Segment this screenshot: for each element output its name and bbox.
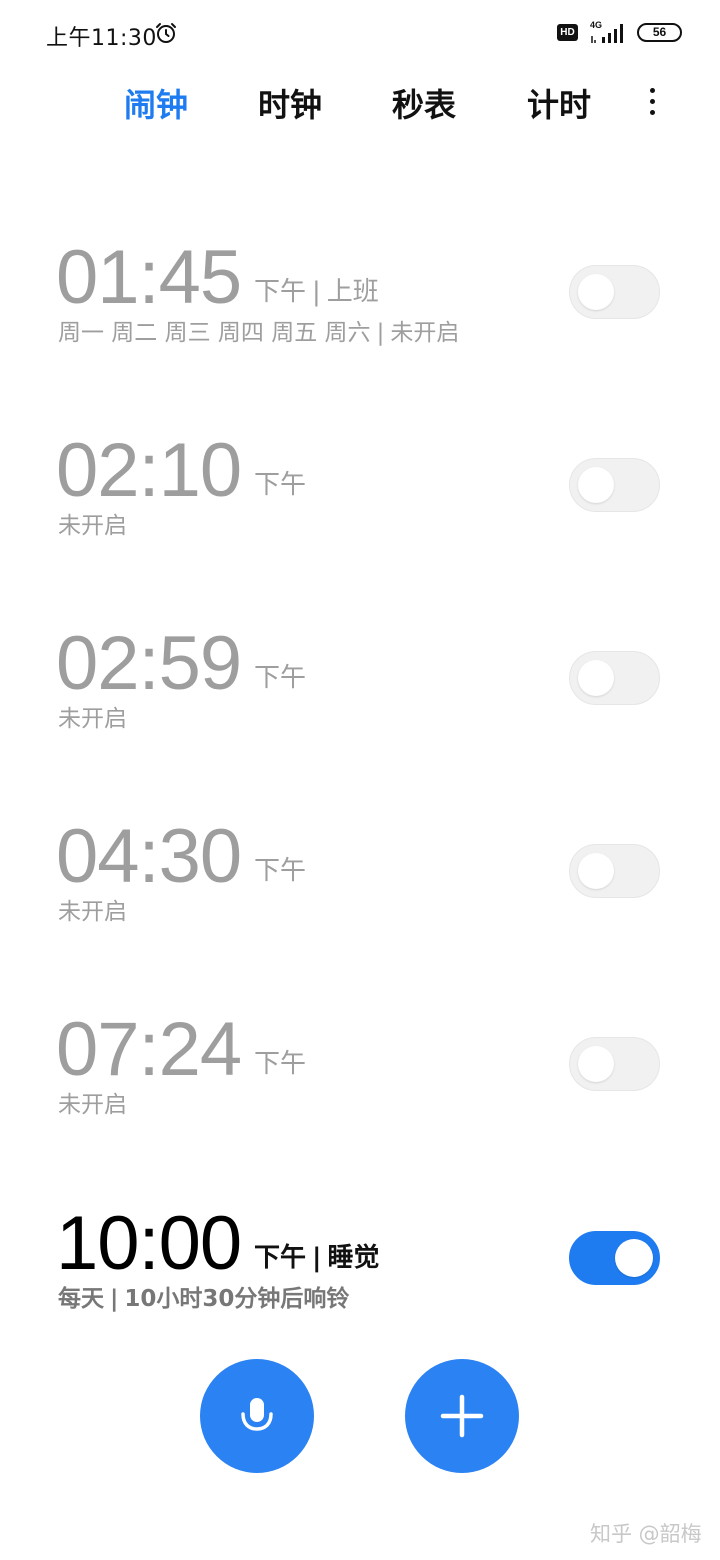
alarm-ampm: 下午 — [254, 663, 307, 693]
status-time: 上午11:30 — [46, 26, 157, 51]
alarm-item[interactable]: 02:10 下午 未开启 — [0, 431, 720, 571]
alarm-time: 04:30 — [56, 814, 242, 899]
voice-alarm-button[interactable] — [200, 1359, 314, 1473]
alarm-status: 未开启 — [58, 513, 127, 539]
plus-icon — [440, 1394, 484, 1438]
hd-badge: HD — [557, 24, 578, 41]
alarm-repeat: 周一 周二 周三 周四 周五 周六 | 未开启 — [58, 320, 460, 346]
alarm-ampm: 下午 — [254, 1049, 307, 1079]
alarm-item[interactable]: 02:59 下午 未开启 — [0, 624, 720, 764]
alarm-toggle[interactable] — [569, 265, 660, 319]
tab-world-clock[interactable]: 时钟 — [258, 80, 322, 130]
alarm-item[interactable]: 10:00 下午 | 睡觉 每天 | 10小时30分钟后响铃 — [0, 1204, 720, 1344]
add-alarm-button[interactable] — [405, 1359, 519, 1473]
alarm-countdown: 10小时30分钟后响铃 — [124, 1286, 350, 1312]
alarm-toggle[interactable] — [569, 844, 660, 898]
more-vertical-icon[interactable] — [640, 84, 664, 124]
status-bar: 上午11:30 HD 4G 56 — [0, 0, 720, 68]
alarm-toggle[interactable] — [569, 1037, 660, 1091]
alarm-status: 未开启 — [58, 899, 127, 925]
microphone-icon — [241, 1398, 273, 1431]
alarm-item[interactable]: 04:30 下午 未开启 — [0, 817, 720, 957]
watermark: 知乎 @韶梅 — [590, 1522, 702, 1546]
alarm-toggle[interactable] — [569, 651, 660, 705]
alarm-status: 未开启 — [58, 706, 127, 732]
alarm-status: 未开启 — [390, 320, 460, 346]
battery-indicator: 56 — [637, 23, 682, 42]
tab-timer[interactable]: 计时 — [527, 80, 591, 130]
alarm-ampm: 下午 — [254, 856, 307, 886]
alarm-label: 上班 — [326, 277, 379, 307]
alarm-time: 10:00 — [56, 1201, 242, 1286]
tab-bar: 闹钟 时钟 秒表 计时 — [0, 80, 720, 130]
alarm-time: 07:24 — [56, 1007, 242, 1092]
alarm-clock-icon — [156, 23, 176, 43]
alarm-item[interactable]: 07:24 下午 未开启 — [0, 1010, 720, 1150]
alarm-ampm: 下午 | 睡觉 — [254, 1243, 380, 1273]
alarm-repeat: 每天 | 10小时30分钟后响铃 — [58, 1286, 350, 1312]
alarm-ampm: 下午 — [254, 470, 307, 500]
alarm-status: 未开启 — [58, 1092, 127, 1118]
alarm-item[interactable]: 01:45 下午 | 上班 周一 周二 周三 周四 周五 周六 | 未开启 — [0, 238, 720, 378]
signal-strength-icon — [591, 24, 623, 43]
alarm-label: 睡觉 — [327, 1243, 380, 1273]
alarm-time: 01:45 — [56, 235, 242, 320]
alarm-toggle[interactable] — [569, 458, 660, 512]
alarm-time: 02:59 — [56, 621, 242, 706]
alarm-toggle[interactable] — [569, 1231, 660, 1285]
alarm-time: 02:10 — [56, 428, 242, 513]
tab-stopwatch[interactable]: 秒表 — [392, 80, 456, 130]
alarm-ampm: 下午 | 上班 — [254, 277, 379, 307]
tab-alarm[interactable]: 闹钟 — [124, 80, 188, 130]
